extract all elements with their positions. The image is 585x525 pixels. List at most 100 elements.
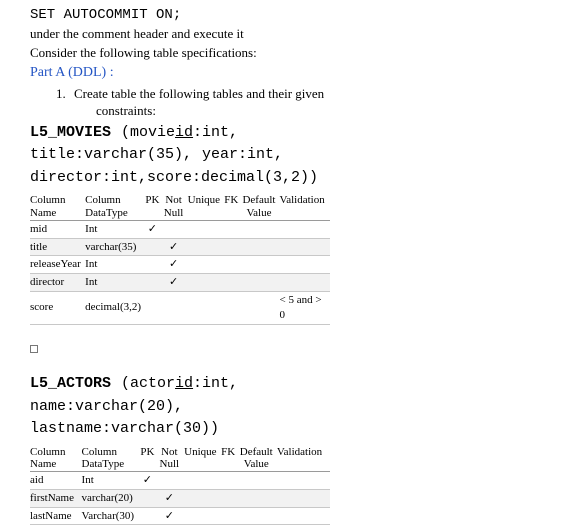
cell: Varchar(30) <box>82 507 140 525</box>
sig-line: director:int,score:decimal(3,2)) <box>30 167 555 190</box>
cell: ✓ <box>164 274 188 292</box>
cell: firstName <box>30 489 82 507</box>
cell <box>242 238 279 256</box>
step-1-text: Create table the following tables and th… <box>74 85 555 103</box>
cell: score <box>30 292 85 325</box>
sig-line: name:varchar(20), <box>30 396 555 419</box>
sig-line: lastname:varchar(30)) <box>30 418 555 441</box>
cell <box>221 489 240 507</box>
table-row: directorInt✓ <box>30 274 330 292</box>
cell <box>221 507 240 525</box>
sig-line: title:varchar(35), year:int, <box>30 144 555 167</box>
th: Default <box>240 446 273 458</box>
cell: decimal(3,2) <box>85 292 145 325</box>
th: Not <box>161 446 178 458</box>
intro-line-1: under the comment header and execute it <box>30 25 555 43</box>
th: FK <box>224 194 238 206</box>
actors-pk-underline: id <box>175 375 193 392</box>
cell <box>224 238 242 256</box>
cell: ✓ <box>164 256 188 274</box>
th: Unique <box>188 194 220 206</box>
cell <box>242 292 279 325</box>
cell <box>164 220 188 238</box>
cell <box>188 220 225 238</box>
cell <box>184 507 221 525</box>
cell <box>280 274 330 292</box>
cell <box>242 220 279 238</box>
th: Column <box>30 194 65 206</box>
intro-line-2: Consider the following table specificati… <box>30 44 555 62</box>
table-row: midInt✓ <box>30 220 330 238</box>
th: Null <box>160 458 180 470</box>
cell: lastName <box>30 507 82 525</box>
th: Null <box>164 207 184 219</box>
th: FK <box>221 446 235 458</box>
th: Unique <box>184 446 216 458</box>
table-row: releaseYearInt✓ <box>30 256 330 274</box>
cell: varchar(20) <box>82 489 140 507</box>
sig-text: :int, <box>193 375 238 392</box>
sig-text: (movie <box>111 124 175 141</box>
cell: mid <box>30 220 85 238</box>
actors-table-name: L5_ACTORS <box>30 375 111 392</box>
cell <box>277 471 330 489</box>
table-row: firstNamevarchar(20)✓ <box>30 489 330 507</box>
cell: ✓ <box>145 220 163 238</box>
cell <box>240 471 277 489</box>
cell <box>145 274 163 292</box>
cell <box>188 238 225 256</box>
cell: ✓ <box>164 238 188 256</box>
cell: ✓ <box>140 471 159 489</box>
cell <box>188 292 225 325</box>
th: Not <box>165 194 182 206</box>
movies-signature: L5_MOVIES (movieid:int, title:varchar(35… <box>30 122 555 190</box>
cell <box>240 489 277 507</box>
table-header-row: ColumnName ColumnDataType PK NotNull Uni… <box>30 445 330 472</box>
intro-block: under the comment header and execute it … <box>30 25 555 62</box>
table-row: lastNameVarchar(30)✓ <box>30 507 330 525</box>
cell <box>184 471 221 489</box>
cell <box>280 238 330 256</box>
movies-table: ColumnName ColumnDataType PK NotNull Uni… <box>30 193 330 324</box>
cell: director <box>30 274 85 292</box>
th: PK <box>145 194 159 206</box>
table-header-row: ColumnName ColumnDataType PK NotNull Uni… <box>30 193 330 220</box>
movies-pk-underline: id <box>175 124 193 141</box>
cell: Int <box>82 471 140 489</box>
table-row: titlevarchar(35)✓ <box>30 238 330 256</box>
cell <box>224 256 242 274</box>
th: DataType <box>82 458 125 470</box>
cell <box>277 489 330 507</box>
sig-text: (actor <box>111 375 175 392</box>
cell <box>280 256 330 274</box>
cell <box>184 489 221 507</box>
table-row: scoredecimal(3,2)< 5 and > 0 <box>30 292 330 325</box>
cell <box>224 274 242 292</box>
cell <box>242 256 279 274</box>
th: Default <box>242 194 275 206</box>
cell <box>145 292 163 325</box>
checkbox-icon <box>30 345 38 353</box>
th: Value <box>244 458 269 470</box>
th: Name <box>30 458 56 470</box>
th: DataType <box>85 207 128 219</box>
cell <box>224 292 242 325</box>
cell <box>240 507 277 525</box>
sig-text: :int, <box>193 124 238 141</box>
part-a-header: Part A (DDL) : <box>30 64 555 83</box>
sql-autocommit: SET AUTOCOMMIT ON; <box>30 6 555 25</box>
th: Validation <box>277 446 322 458</box>
cell <box>188 274 225 292</box>
th: Name <box>30 207 56 219</box>
step-1-number: 1. <box>56 85 74 103</box>
th: Column <box>30 446 65 458</box>
cell: Int <box>85 256 145 274</box>
movies-table-name: L5_MOVIES <box>30 124 111 141</box>
th: Column <box>85 194 120 206</box>
th: PK <box>140 446 154 458</box>
cell: varchar(35) <box>85 238 145 256</box>
cell <box>277 507 330 525</box>
cell <box>164 292 188 325</box>
actors-signature: L5_ACTORS (actorid:int, name:varchar(20)… <box>30 373 555 441</box>
th: Value <box>246 207 271 219</box>
